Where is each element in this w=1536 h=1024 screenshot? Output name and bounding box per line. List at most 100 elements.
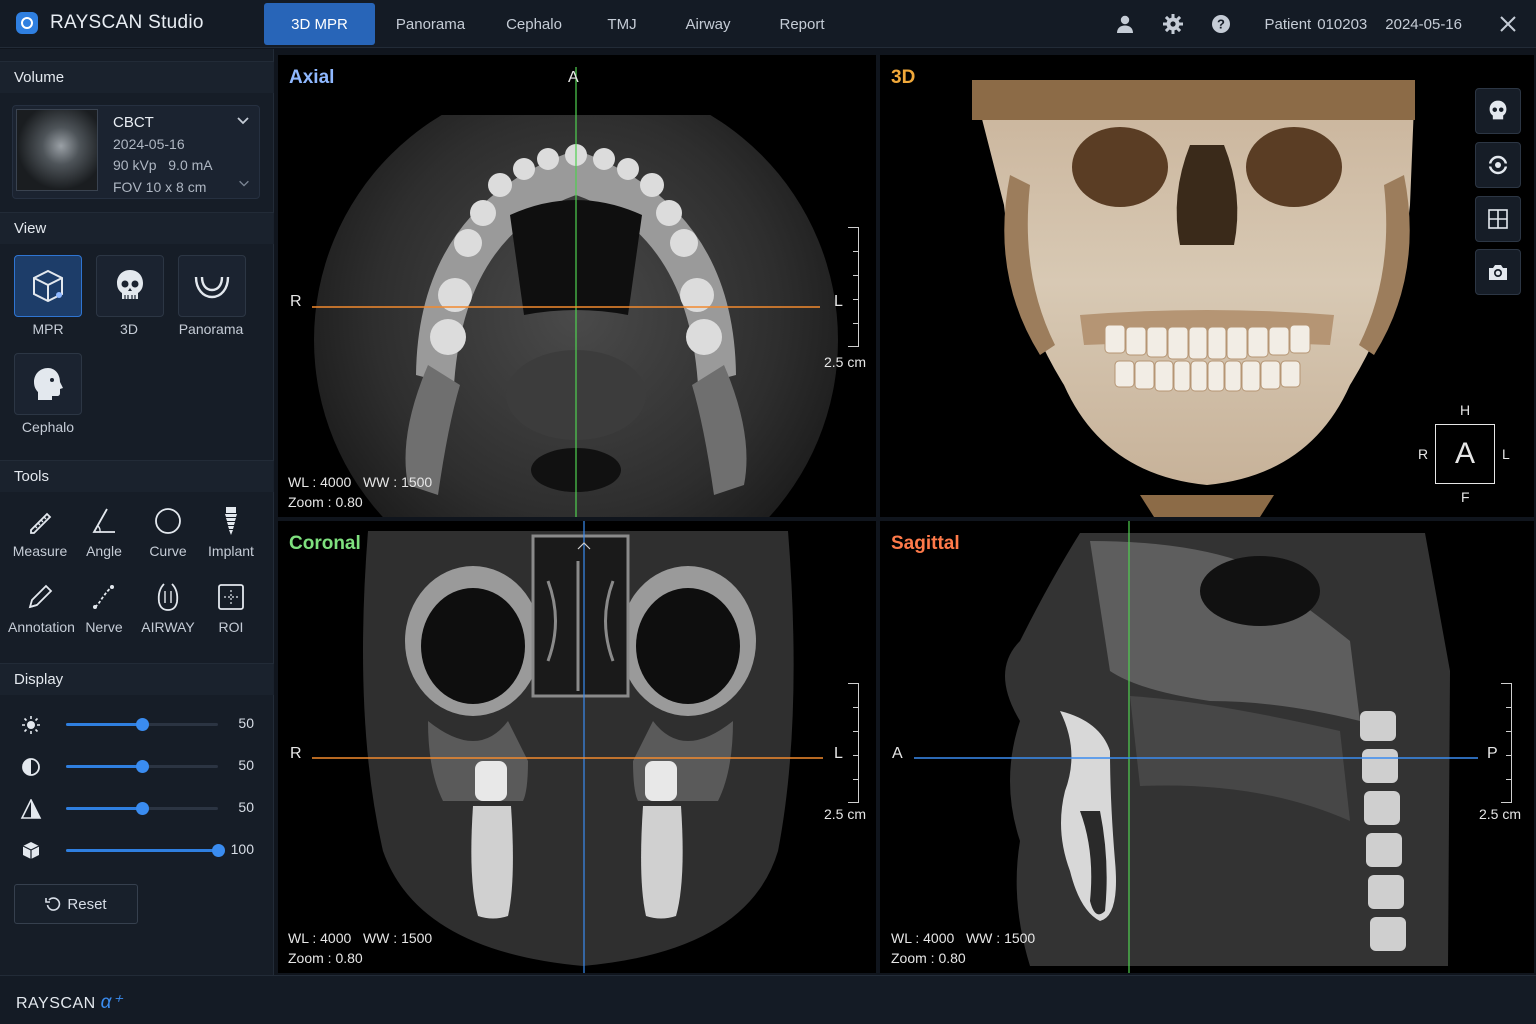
contrast-knob[interactable] <box>136 760 149 773</box>
view-cephalo-button[interactable] <box>14 353 82 415</box>
chevron-down-small-icon <box>239 180 249 187</box>
top-bar: RAYSCAN Studio 3D MPR Panorama Cephalo T… <box>0 0 1536 48</box>
tab-panorama[interactable]: Panorama <box>375 3 486 45</box>
view-mpr-label: MPR <box>32 321 64 337</box>
sagittal-title: Sagittal <box>891 533 960 554</box>
skull-view-button[interactable] <box>1475 88 1521 134</box>
sagittal-scale-bar <box>1501 683 1512 803</box>
orientation-cube[interactable]: A <box>1435 424 1495 484</box>
tab-airway[interactable]: Airway <box>662 3 754 45</box>
contrast-fill <box>66 765 142 768</box>
volume-selector[interactable]: CBCT 2024-05-16 90 kVp 9.0 mA FOV 10 x 8… <box>12 105 260 199</box>
tool-roi[interactable]: ROI <box>199 579 263 643</box>
roi-icon <box>218 584 244 610</box>
screenshot-button[interactable] <box>1475 249 1521 295</box>
brand-alpha: α⁺ <box>100 992 123 1013</box>
axial-viewport[interactable]: Axial A R L 2.5 cm WL : 4000 WW : 1500 Z… <box>278 55 876 517</box>
tab-3d-mpr[interactable]: 3D MPR <box>264 3 375 45</box>
tool-nerve-label: Nerve <box>85 619 123 635</box>
view-mpr-button[interactable] <box>14 255 82 317</box>
axial-scale-label: 2.5 cm <box>824 354 867 370</box>
tab-report[interactable]: Report <box>754 3 850 45</box>
brightness-value: 50 <box>238 715 254 731</box>
sagittal-overlay-info: WL : 4000 WW : 1500 Zoom : 0.80 <box>891 928 1035 968</box>
cube-orient-right: L <box>1502 446 1510 462</box>
axial-ww: WW : 1500 <box>362 474 433 490</box>
3d-viewport[interactable]: 3D A H F R L <box>880 55 1534 517</box>
coronal-viewport[interactable]: Coronal R L 2.5 cm WL : 4000 WW : 1500 Z… <box>278 521 876 973</box>
tool-airway[interactable]: AIRWAY <box>136 579 200 643</box>
panorama-arch-icon <box>194 276 230 299</box>
tools-section-title: Tools <box>0 460 274 492</box>
sharpness-knob[interactable] <box>136 802 149 815</box>
view-cephalo-label: Cephalo <box>21 419 75 435</box>
reset-icon <box>45 897 61 911</box>
coronal-zoom: Zoom : 0.80 <box>288 950 363 966</box>
reset-label: Reset <box>67 895 107 913</box>
tool-angle[interactable]: Angle <box>72 503 136 567</box>
brightness-fill <box>66 723 142 726</box>
reset-button[interactable]: Reset <box>14 884 138 924</box>
contrast-value: 50 <box>238 757 254 773</box>
rotate-view-button[interactable] <box>1475 142 1521 188</box>
cube-orient-left: R <box>1418 446 1429 462</box>
patient-id: 010203 <box>1317 15 1368 33</box>
rotate-icon <box>1488 155 1508 175</box>
sagittal-viewport[interactable]: Sagittal A P 2.5 cm WL : 4000 WW : 1500 … <box>880 521 1534 973</box>
pencil-icon <box>28 584 53 609</box>
view-panorama-button[interactable] <box>178 255 246 317</box>
sharpness-icon <box>20 799 42 819</box>
brightness-knob[interactable] <box>136 718 149 731</box>
volume-fill <box>66 849 218 852</box>
sagittal-ww: WW : 1500 <box>965 930 1036 946</box>
view-3d-label: 3D <box>120 321 138 337</box>
tool-measure[interactable]: Measure <box>8 503 72 567</box>
contrast-slider[interactable] <box>66 760 218 773</box>
tool-airway-label: AIRWAY <box>141 619 195 635</box>
coronal-image <box>312 521 823 973</box>
head-profile-icon <box>34 368 63 400</box>
volume-thumbnail <box>16 109 98 191</box>
sharpness-slider[interactable] <box>66 802 218 815</box>
axial-title: Axial <box>289 67 335 88</box>
tool-implant[interactable]: Implant <box>199 503 263 567</box>
tab-cephalo[interactable]: Cephalo <box>486 3 582 45</box>
help-icon[interactable]: ? <box>1197 0 1245 48</box>
3d-title: 3D <box>891 67 916 88</box>
volume-details: CBCT 2024-05-16 90 kVp 9.0 mA FOV 10 x 8… <box>113 112 213 198</box>
tool-annotation[interactable]: Annotation <box>8 579 75 643</box>
tool-curve[interactable]: Curve <box>136 503 200 567</box>
coronal-title: Coronal <box>289 533 361 554</box>
volume-cube-icon <box>22 842 40 859</box>
ruler-pencil-icon <box>30 512 52 534</box>
coronal-orient-right: L <box>834 745 843 762</box>
axial-orient-right: L <box>834 293 843 310</box>
cube-orient-top: H <box>1460 402 1471 418</box>
contrast-icon <box>22 758 40 776</box>
sharpness-value: 50 <box>238 799 254 815</box>
tool-measure-label: Measure <box>12 543 68 559</box>
close-icon[interactable] <box>1484 0 1532 48</box>
tool-nerve[interactable]: Nerve <box>72 579 136 643</box>
axial-scale-bar <box>848 227 859 347</box>
cube-orient-bottom: F <box>1461 489 1470 505</box>
volume-slider[interactable] <box>66 844 225 857</box>
patient-label: Patient <box>1264 15 1312 33</box>
sagittal-scale-label: 2.5 cm <box>1479 806 1522 822</box>
tool-implant-label: Implant <box>208 543 254 559</box>
user-icon[interactable] <box>1101 0 1149 48</box>
settings-gear-icon[interactable] <box>1149 0 1197 48</box>
dental-implant-icon <box>225 507 237 535</box>
view-section-title: View <box>0 212 274 244</box>
chevron-down-icon[interactable] <box>235 112 251 128</box>
view-3d-button[interactable] <box>96 255 164 317</box>
display-section-title: Display <box>0 663 274 695</box>
brand-logo: RAYSCAN α⁺ <box>16 991 123 1014</box>
brightness-slider-row: 50 <box>18 711 258 737</box>
coronal-scale-label: 2.5 cm <box>824 806 867 822</box>
volume-knob[interactable] <box>212 844 225 857</box>
layout-grid-button[interactable] <box>1475 196 1521 242</box>
tab-tmj[interactable]: TMJ <box>582 3 662 45</box>
axial-image <box>278 55 876 517</box>
brightness-slider[interactable] <box>66 718 218 731</box>
